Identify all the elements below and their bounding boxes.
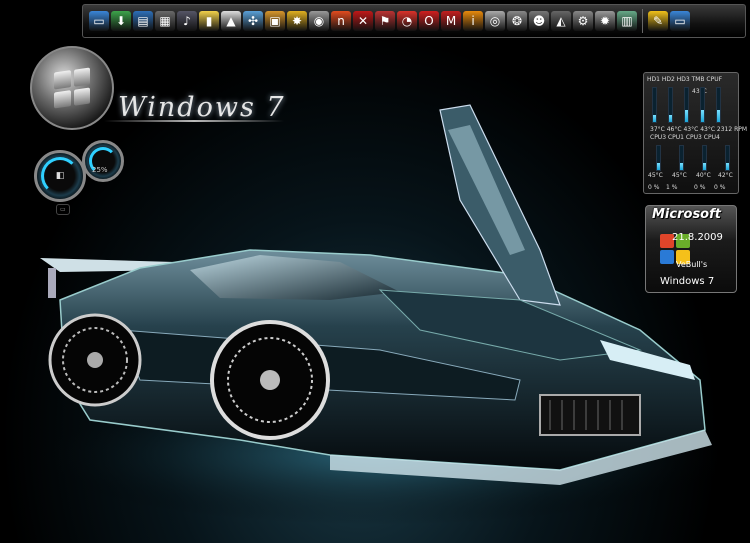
cone-icon[interactable]: ▲	[221, 11, 241, 31]
cpu-gauge[interactable]: ◧	[34, 150, 86, 202]
desktop: ▭ ⬇ ▤ ▦ ♪ ▮ ▲ ✣ ▣ ✸ ◉ n ✕ ⚑ ◔ O Mi ◎ ❂ ☻ ◭ ⚙ ✹ ▥ ✎ ▭ Windows 7 ◧ …	[0, 0, 750, 543]
sensor-top-bar-1	[652, 87, 657, 123]
sensor-cpu-bar-3	[702, 145, 707, 171]
sensor-header: HD1 HD2 HD3 TMB CPUF	[647, 76, 723, 83]
disc-icon[interactable]: ◎	[485, 11, 505, 31]
ram-gauge-value: 25%	[92, 166, 108, 174]
cpu-load-3: 0 %	[694, 184, 706, 191]
gauge-settings-handle[interactable]: ▭	[56, 204, 70, 215]
tools-icon[interactable]: ✎	[648, 11, 668, 31]
cpu-load-4: 0 %	[714, 184, 726, 191]
sensor-row1-labels: CPU3 CPU1 CPU3 CPU4	[650, 134, 720, 141]
ms-gadget-date: 21.8.2009	[672, 232, 723, 243]
info-icon[interactable]: i	[463, 11, 483, 31]
ms-gadget-title: Microsoft	[652, 207, 721, 222]
mcafee-icon[interactable]: M	[441, 11, 461, 31]
dock-separator	[642, 9, 643, 33]
opera-icon[interactable]: O	[419, 11, 439, 31]
cpu-gauge-icon: ◧	[55, 171, 65, 181]
chart-tool-icon[interactable]: ◭	[551, 11, 571, 31]
cpu-load-2: 1 %	[666, 184, 678, 191]
camera-icon[interactable]: ◉	[309, 11, 329, 31]
package-icon[interactable]: ▣	[265, 11, 285, 31]
x-tool-icon[interactable]: ✕	[353, 11, 373, 31]
monitor-icon[interactable]: ▤	[133, 11, 153, 31]
desktop-title: Windows 7	[118, 92, 286, 123]
display-icon[interactable]: ▭	[670, 11, 690, 31]
computer-icon[interactable]: ▭	[89, 11, 109, 31]
title-underline	[104, 120, 284, 122]
media-player-icon[interactable]: ▦	[155, 11, 175, 31]
sensor-cpu-bar-1	[656, 145, 661, 171]
windows-flag-icon	[54, 67, 90, 109]
sensor-top-bar-4	[700, 87, 705, 123]
hardware-sensor-gadget[interactable]: HD1 HD2 HD3 TMB CPUF 43°C 37°C 46°C 43°C…	[643, 72, 747, 194]
settings-icon[interactable]: ⚙	[573, 11, 593, 31]
download-icon[interactable]: ⬇	[111, 11, 131, 31]
windows-orb-logo	[30, 46, 114, 130]
sensor-top-bar-3	[684, 87, 689, 123]
music-icon[interactable]: ♪	[177, 11, 197, 31]
ms-gadget-version: Windows 7	[660, 276, 715, 287]
gear-icon[interactable]: ✹	[595, 11, 615, 31]
user-icon[interactable]: ☻	[529, 11, 549, 31]
quick-launch-dock: ▭ ⬇ ▤ ▦ ♪ ▮ ▲ ✣ ▣ ✸ ◉ n ✕ ⚑ ◔ O Mi ◎ ❂ ☻ ◭ ⚙ ✹ ▥ ✎ ▭	[82, 4, 746, 38]
ms-gadget-user: VeBull's	[676, 260, 708, 269]
cpu-temp-4: 42°C	[718, 172, 733, 179]
sensor-cpu-bar-2	[679, 145, 684, 171]
gadget-icon[interactable]: ✸	[287, 11, 307, 31]
windows7-clock-gadget[interactable]: Microsoft 21.8.2009 VeBull's Windows 7	[645, 205, 737, 293]
nero-icon[interactable]: n	[331, 11, 351, 31]
ram-gauge[interactable]	[82, 140, 124, 182]
sensor-top-bar-5	[716, 87, 721, 123]
sensor-cpu-bar-4	[725, 145, 730, 171]
cpu-temp-3: 40°C	[696, 172, 711, 179]
cpu-temp-2: 45°C	[672, 172, 687, 179]
pin-icon[interactable]: ⚑	[375, 11, 395, 31]
spiral-icon[interactable]: ◔	[397, 11, 417, 31]
cpu-temp-1: 45°C	[648, 172, 663, 179]
device-manager-icon[interactable]: ▥	[617, 11, 637, 31]
resize-icon[interactable]: ✣	[243, 11, 263, 31]
sensor-top-bar-2	[668, 87, 673, 123]
sensor-row1: 37°C 46°C 43°C 43°C 2312 RPM	[650, 126, 748, 133]
film-reel-icon[interactable]: ❂	[507, 11, 527, 31]
cpu-load-1: 0 %	[648, 184, 660, 191]
notes-icon[interactable]: ▮	[199, 11, 219, 31]
